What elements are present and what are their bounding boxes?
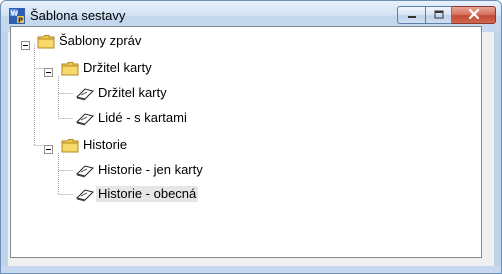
report-icon (75, 85, 95, 106)
maximize-icon (434, 6, 444, 24)
tree-expander-historie[interactable] (44, 141, 53, 159)
report-icon (75, 110, 95, 131)
tree-node-label[interactable]: Historie (83, 137, 127, 153)
minimize-button[interactable] (397, 6, 425, 24)
maximize-button[interactable] (425, 6, 452, 24)
close-icon (468, 6, 480, 24)
window-bottom-border (1, 266, 501, 273)
report-app-icon: W P (9, 8, 25, 25)
tree-node-label[interactable]: Držitel karty (98, 85, 167, 101)
collapse-icon (21, 41, 30, 50)
tree-node-label[interactable]: Historie - jen karty (98, 162, 203, 178)
folder-icon (37, 34, 55, 54)
svg-text:P: P (18, 17, 23, 25)
collapse-icon (44, 68, 53, 77)
tree-node-label[interactable]: Šablony zpráv (59, 33, 141, 49)
caption-buttons (397, 6, 496, 26)
tree-lines (34, 44, 73, 195)
minimize-icon (407, 6, 417, 24)
close-button[interactable] (452, 6, 496, 24)
tree-node-label[interactable]: Držitel karty (83, 60, 152, 76)
window-title: Šablona sestavy (30, 8, 126, 23)
tree-node-label-selected[interactable]: Historie - obecná (96, 186, 199, 202)
folder-icon (61, 138, 79, 158)
collapse-icon (44, 145, 53, 154)
report-template-window: W P Šablona sestavy Šablony zpráv Držite… (0, 0, 502, 274)
tree-expander-drzitel[interactable] (44, 64, 53, 82)
folder-icon (61, 61, 79, 81)
report-icon (75, 162, 95, 183)
report-template-tree[interactable]: Šablony zpráv Držitel karty Držitel kart… (10, 26, 482, 258)
report-icon (75, 186, 95, 207)
tree-node-label[interactable]: Lidé - s kartami (98, 110, 187, 126)
tree-expander-root[interactable] (21, 37, 30, 55)
